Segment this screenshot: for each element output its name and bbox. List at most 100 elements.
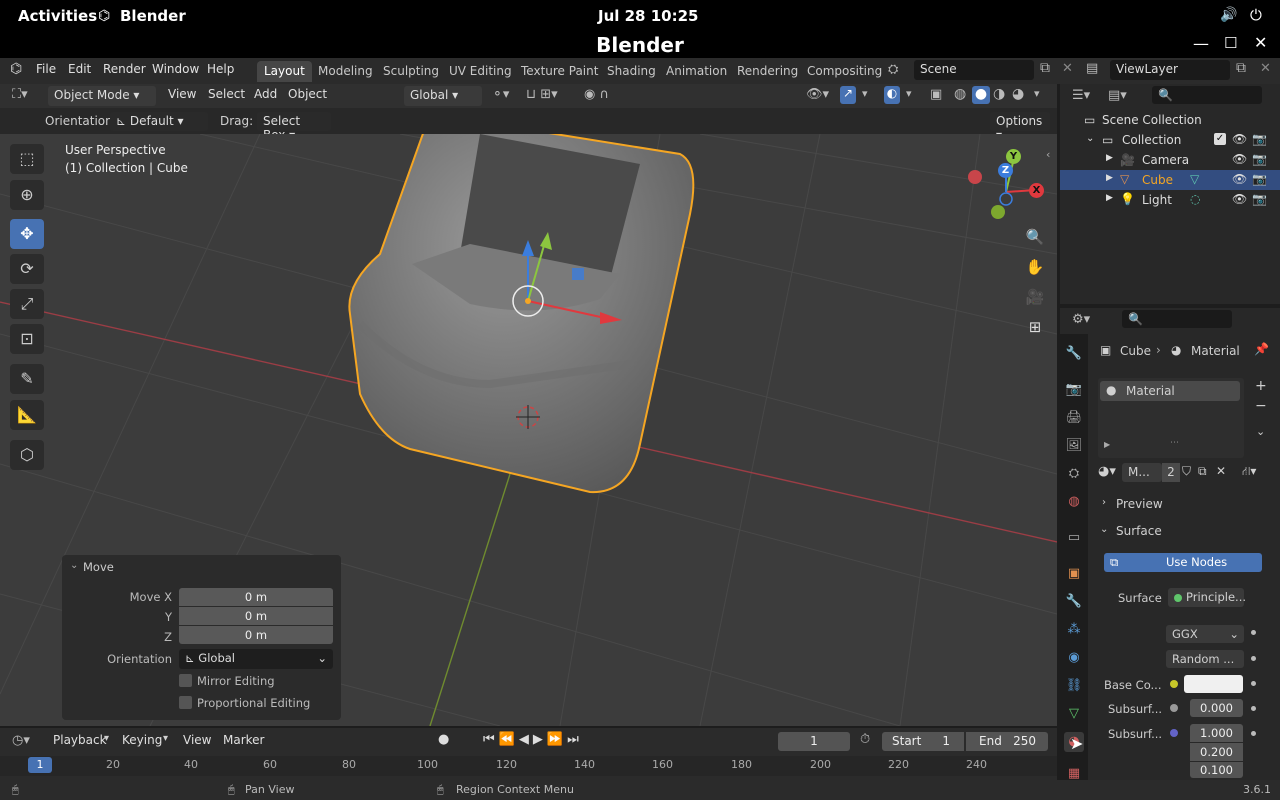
material-slot-list[interactable]: ● Material ▶ ⋯ bbox=[1098, 378, 1244, 458]
add-cube-tool-icon[interactable]: ⬡ bbox=[10, 440, 44, 470]
eye-icon[interactable]: 👁 bbox=[1232, 192, 1247, 206]
outliner-collection[interactable]: ⌄ ▭ Collection ✓ 👁 📷 bbox=[1060, 130, 1280, 150]
cube-object[interactable] bbox=[348, 134, 695, 494]
expand-arrow-icon[interactable]: ▶ bbox=[1104, 440, 1110, 449]
rendered-shading-icon[interactable]: ◕ bbox=[1012, 86, 1024, 102]
eye-icon[interactable]: 👁 bbox=[1232, 132, 1247, 146]
unlink-material-icon[interactable]: ✕ bbox=[1216, 464, 1226, 478]
menu-render[interactable]: Render bbox=[103, 62, 146, 76]
gizmo-toggle-icon[interactable]: ↗ bbox=[840, 86, 856, 104]
zoom-icon[interactable]: 🔍 bbox=[1024, 228, 1046, 250]
display-mode-icon[interactable]: ▤▾ bbox=[1108, 88, 1127, 103]
mirror-editing-checkbox[interactable] bbox=[179, 674, 192, 687]
current-frame-field[interactable]: 1 bbox=[778, 732, 850, 751]
distribution-dropdown[interactable]: GGX ⌄ bbox=[1166, 625, 1244, 643]
snap-icon[interactable]: ⊔ ⊞▾ bbox=[526, 87, 558, 102]
new-view-layer-icon[interactable]: ⧉ bbox=[1236, 60, 1246, 76]
camera-render-icon[interactable]: 📷 bbox=[1252, 192, 1267, 206]
cursor-tool-icon[interactable]: ⊕ bbox=[10, 180, 44, 210]
camera-render-icon[interactable]: 📷 bbox=[1252, 172, 1267, 186]
minimize-icon[interactable]: — bbox=[1193, 34, 1209, 53]
eye-icon[interactable]: 👁 bbox=[1232, 152, 1247, 166]
object-tab-icon[interactable]: ▣ bbox=[1064, 564, 1084, 584]
menu-playback[interactable]: Playback bbox=[53, 733, 107, 747]
scene-icon[interactable]: ⛭ bbox=[888, 62, 898, 77]
resize-handle-icon[interactable]: ⋯ bbox=[1170, 438, 1179, 448]
select-box-tool-icon[interactable]: ⬚ bbox=[10, 144, 44, 174]
tab-layout[interactable]: Layout bbox=[257, 61, 312, 82]
transform-tool-icon[interactable]: ⊡ bbox=[10, 324, 44, 354]
proportional-icon[interactable]: ◉ ∩ bbox=[584, 87, 609, 102]
outliner-search[interactable]: 🔍 bbox=[1152, 86, 1262, 104]
power-icon[interactable]: ⏻ bbox=[1250, 6, 1262, 24]
keying-dropdown-icon[interactable]: ▾ bbox=[163, 733, 168, 744]
outliner-editor-icon[interactable]: ☰▾ bbox=[1072, 88, 1090, 103]
expand-arrow-icon[interactable]: ▶ bbox=[1106, 193, 1113, 203]
scale-tool-icon[interactable]: ⤢ bbox=[10, 289, 44, 319]
outliner-scene-collection[interactable]: ▭ Scene Collection bbox=[1060, 110, 1280, 130]
playhead[interactable]: 1 bbox=[28, 757, 52, 773]
clock[interactable]: Jul 28 10:25 bbox=[598, 7, 698, 25]
constraints-tab-icon[interactable]: ⛓ bbox=[1064, 676, 1084, 696]
menu-file[interactable]: File bbox=[36, 62, 56, 76]
view-layer-selector[interactable]: ViewLayer bbox=[1110, 60, 1230, 80]
pivot-icon[interactable]: ⚬▾ bbox=[492, 87, 509, 102]
scene-selector[interactable]: Scene bbox=[914, 60, 1034, 80]
surface-shader-selector[interactable]: Principle... bbox=[1168, 588, 1246, 607]
blender-menu-icon[interactable]: ⌬ bbox=[10, 61, 22, 77]
options-button[interactable]: Options ▾ bbox=[990, 112, 1050, 142]
record-icon[interactable]: ● bbox=[438, 732, 449, 747]
activities-button[interactable]: Activities bbox=[18, 7, 97, 25]
mesh-data-icon[interactable]: ▽ bbox=[1190, 172, 1199, 186]
wireframe-shading-icon[interactable]: ◍ bbox=[954, 86, 966, 102]
delete-view-layer-icon[interactable]: ✕ bbox=[1260, 61, 1271, 76]
rotate-tool-icon[interactable]: ⟳ bbox=[10, 254, 44, 284]
navigation-gizmo[interactable]: X Y Z bbox=[960, 144, 1050, 224]
pan-hand-icon[interactable]: ✋ bbox=[1024, 258, 1046, 280]
outliner-item-cube[interactable]: ▶ ▽ Cube ▽ 👁 📷 bbox=[1060, 170, 1280, 190]
outliner-item-camera[interactable]: ▶ 🎥 Camera 👁 📷 bbox=[1060, 150, 1280, 170]
menu-timeline-view[interactable]: View bbox=[183, 733, 211, 747]
sidebar-toggle-icon[interactable]: ‹ bbox=[1046, 148, 1050, 161]
panel-title[interactable]: Move bbox=[83, 560, 114, 574]
menu-object[interactable]: Object bbox=[288, 87, 327, 101]
shading-dropdown-icon[interactable]: ▾ bbox=[1034, 87, 1040, 100]
playback-controls-icon[interactable]: ⏮⏪◀▶⏩⏭ bbox=[483, 732, 583, 747]
close-icon[interactable]: ✕ bbox=[1254, 33, 1267, 52]
gizmo-dropdown-icon[interactable]: ▾ bbox=[862, 87, 868, 100]
tab-animation[interactable]: Animation bbox=[659, 61, 734, 82]
drag-selector[interactable]: Select Box ▾ bbox=[257, 112, 331, 142]
radius-y-field[interactable]: 0.200 bbox=[1190, 743, 1243, 761]
tab-sculpting[interactable]: Sculpting bbox=[376, 61, 446, 82]
new-scene-icon[interactable]: ⧉ bbox=[1040, 60, 1050, 76]
playback-dropdown-icon[interactable]: ▾ bbox=[104, 733, 109, 744]
orientation-selector[interactable]: ⊾ Default ▾ bbox=[110, 112, 208, 131]
tab-rendering[interactable]: Rendering bbox=[730, 61, 805, 82]
expand-chevron-icon[interactable]: ⌄ bbox=[1086, 133, 1094, 144]
visibility-icon[interactable]: 👁▾ bbox=[806, 87, 829, 102]
tab-modeling[interactable]: Modeling bbox=[311, 61, 380, 82]
solid-shading-icon[interactable]: ● bbox=[972, 86, 990, 104]
stopwatch-icon[interactable]: ⏱ bbox=[860, 732, 870, 747]
move-tool-icon[interactable]: ✥ bbox=[10, 219, 44, 249]
properties-search[interactable]: 🔍 bbox=[1122, 310, 1232, 328]
volume-icon[interactable]: 🔊 bbox=[1220, 7, 1237, 23]
xray-icon[interactable]: ▣ bbox=[930, 87, 942, 102]
camera-render-icon[interactable]: 📷 bbox=[1252, 152, 1267, 166]
remove-slot-icon[interactable]: − bbox=[1255, 398, 1267, 414]
overlay-dropdown-icon[interactable]: ▾ bbox=[906, 87, 912, 100]
overlay-toggle-icon[interactable]: ◐ bbox=[884, 86, 900, 104]
gizmo-z-label[interactable]: Z bbox=[998, 163, 1013, 178]
particles-tab-icon[interactable]: ⁂ bbox=[1064, 620, 1084, 640]
move-x-field[interactable]: 0 m bbox=[179, 588, 333, 606]
socket-dot-icon[interactable] bbox=[1251, 630, 1256, 635]
light-data-icon[interactable]: ◌ bbox=[1190, 192, 1200, 206]
socket-dot-icon[interactable] bbox=[1251, 681, 1256, 686]
timeline-ruler[interactable]: 1 20 40 60 80 100 120 140 160 180 200 22… bbox=[0, 756, 1057, 776]
subsurface-value-field[interactable]: 0.000 bbox=[1190, 699, 1243, 717]
material-name-field[interactable]: M... bbox=[1122, 463, 1162, 482]
tab-texture-paint[interactable]: Texture Paint bbox=[514, 61, 605, 82]
material-users-count[interactable]: 2 bbox=[1162, 463, 1180, 482]
perspective-toggle-icon[interactable]: ⊞ bbox=[1024, 318, 1046, 340]
expand-arrow-icon[interactable]: ▶ bbox=[1106, 153, 1113, 163]
